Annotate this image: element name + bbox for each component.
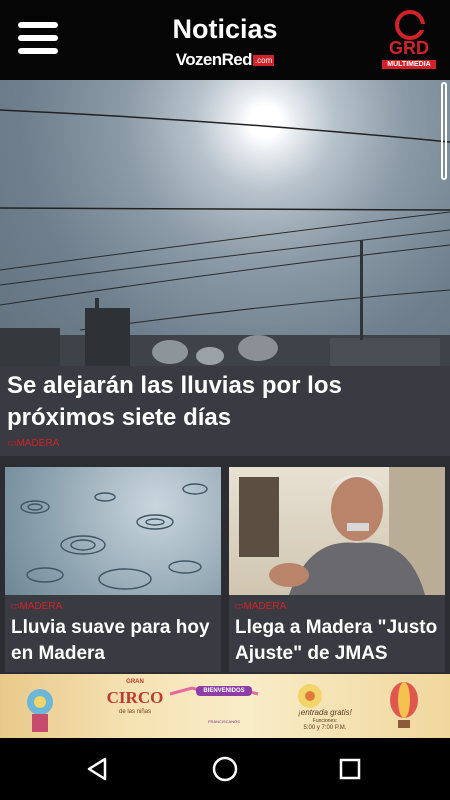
partner-logo-text: GRD <box>389 38 429 58</box>
ad-banner[interactable]: GRAN CIRCO de las niñas BIENVENIDOS FRAN… <box>0 674 450 738</box>
featured-article-image <box>0 80 450 366</box>
ad-ribbon: BIENVENIDOS <box>196 686 252 696</box>
partner-logo[interactable]: GRD MULTIMEDIA <box>382 10 436 72</box>
system-nav-bar <box>0 738 450 800</box>
ad-headline-top: GRAN <box>126 679 144 685</box>
brand-wordmark: VozenRed <box>175 50 253 69</box>
article-card-0-title: Lluvia suave para hoy en Madera <box>11 617 210 664</box>
brand-suffix: .com <box>252 55 275 66</box>
partner-logo-sub: MULTIMEDIA <box>382 60 436 69</box>
featured-article-category: ▭MADERA <box>7 438 60 449</box>
ad-sponsor: FRANCISCANOS <box>208 719 240 724</box>
featured-article-title: Se alejarán las lluvias por los próximos… <box>7 372 342 431</box>
article-card-0-image <box>5 467 221 595</box>
back-triangle-icon[interactable] <box>83 754 113 784</box>
partner-logo-mark-icon <box>395 10 425 40</box>
featured-article[interactable]: Se alejarán las lluvias por los próximos… <box>0 80 450 456</box>
home-circle-icon[interactable] <box>210 754 240 784</box>
ad-schedule-label: Funciones: <box>312 718 338 724</box>
ad-entry: ¡entrada gratis! <box>298 708 352 717</box>
ad-headline-sub: de las niñas <box>118 709 152 715</box>
article-card-0[interactable]: ▭MADERA Lluvia suave para hoy en Madera <box>5 467 221 672</box>
article-card-1-title: Llega a Madera "Justo Ajuste" de JMAS <box>235 617 438 664</box>
scrollbar-thumb[interactable] <box>441 82 447 180</box>
app-header: Noticias VozenRed .com GRD MULTIMEDIA <box>0 0 450 80</box>
article-card-1-category: ▭MADERA <box>234 601 287 612</box>
ad-schedule: 5:00 y 7:00 P.M. <box>303 725 347 731</box>
ad-headline-main: CIRCO <box>106 688 164 707</box>
article-card-0-category: ▭MADERA <box>10 601 63 612</box>
article-card-1-image <box>229 467 445 595</box>
article-card-1[interactable]: ▭MADERA Llega a Madera "Justo Ajuste" de… <box>229 467 445 672</box>
recents-square-icon[interactable] <box>335 754 365 784</box>
